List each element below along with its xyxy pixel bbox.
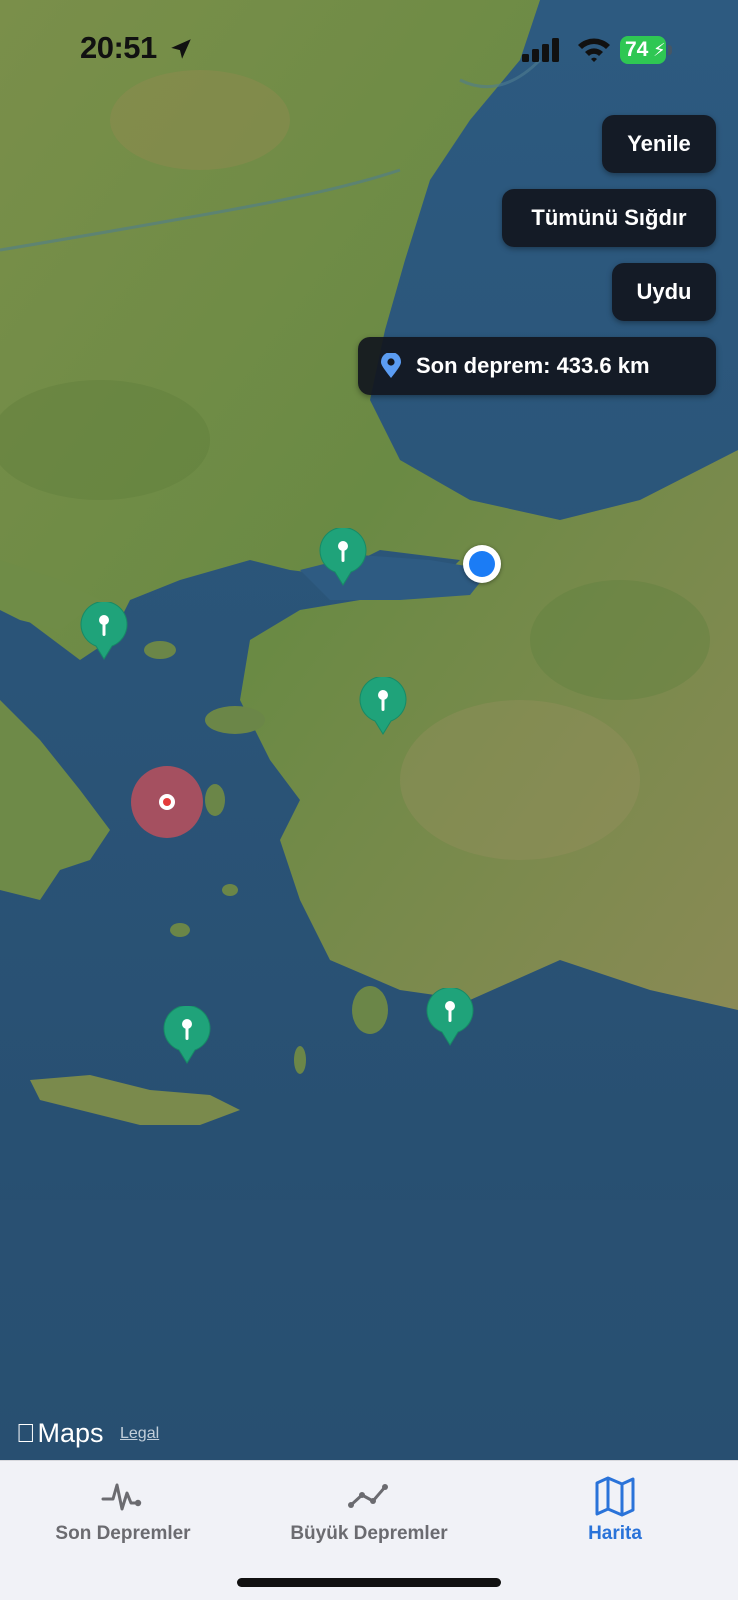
map-pin-icon bbox=[381, 353, 401, 378]
status-time: 20:51 bbox=[80, 30, 157, 65]
tab-recent-quakes-label: Son Depremler bbox=[55, 1523, 191, 1544]
location-arrow-icon bbox=[171, 39, 191, 59]
fit-all-button[interactable]: Tümünü Sığdır bbox=[502, 189, 716, 247]
wifi-icon bbox=[578, 38, 610, 62]
maps-logo-text: Maps bbox=[18, 1418, 104, 1448]
seismograph-icon bbox=[101, 1483, 142, 1511]
earthquake-pin-icon bbox=[426, 988, 474, 1046]
cellular-signal-icon bbox=[522, 38, 559, 62]
tab-major-quakes-label: Büyük Depremler bbox=[290, 1523, 448, 1544]
fit-all-button-label: Tümünü Sığdır bbox=[531, 205, 687, 230]
refresh-button[interactable]: Yenile bbox=[602, 115, 716, 173]
satellite-button-label: Uydu bbox=[636, 279, 692, 304]
selected-earthquake-dot bbox=[159, 794, 175, 810]
last-quake-distance-button[interactable]: Son deprem: 433.6 km bbox=[358, 337, 716, 395]
battery-percent: 74 bbox=[625, 38, 649, 61]
earthquake-marker[interactable] bbox=[318, 528, 368, 586]
earthquake-marker[interactable] bbox=[162, 1006, 212, 1064]
last-quake-distance-label: Son deprem: 433.6 km bbox=[416, 353, 650, 378]
status-bar: 20:51 74 ⚡ bbox=[0, 0, 738, 100]
earthquake-pin-icon bbox=[163, 1006, 211, 1064]
earthquake-pin-icon bbox=[80, 602, 128, 660]
apple-logo-icon:  bbox=[16, 1418, 36, 1449]
trend-line-icon bbox=[348, 1484, 388, 1508]
legal-link[interactable]: Legal bbox=[120, 1425, 159, 1443]
map-icon bbox=[595, 1476, 635, 1517]
battery-indicator: 74 ⚡ bbox=[620, 36, 672, 64]
user-location-dot[interactable] bbox=[463, 545, 501, 583]
earthquake-marker[interactable] bbox=[358, 677, 408, 735]
charging-bolt-icon: ⚡ bbox=[653, 40, 666, 60]
home-indicator[interactable] bbox=[237, 1578, 501, 1587]
earthquake-marker[interactable] bbox=[79, 602, 129, 660]
apple-maps-logo:  Maps bbox=[16, 1418, 104, 1449]
earthquake-pin-icon bbox=[359, 677, 407, 735]
selected-earthquake-circle[interactable] bbox=[131, 766, 203, 838]
earthquake-marker[interactable] bbox=[425, 988, 475, 1046]
tab-major-quakes[interactable]: Büyük Depremler bbox=[246, 1475, 492, 1555]
refresh-button-label: Yenile bbox=[627, 131, 691, 156]
earthquake-pin-icon bbox=[319, 528, 367, 586]
tab-map-label: Harita bbox=[588, 1523, 642, 1544]
tab-recent-quakes[interactable]: Son Depremler bbox=[0, 1475, 246, 1555]
satellite-toggle-button[interactable]: Uydu bbox=[612, 263, 716, 321]
tab-map[interactable]: Harita bbox=[492, 1475, 738, 1555]
